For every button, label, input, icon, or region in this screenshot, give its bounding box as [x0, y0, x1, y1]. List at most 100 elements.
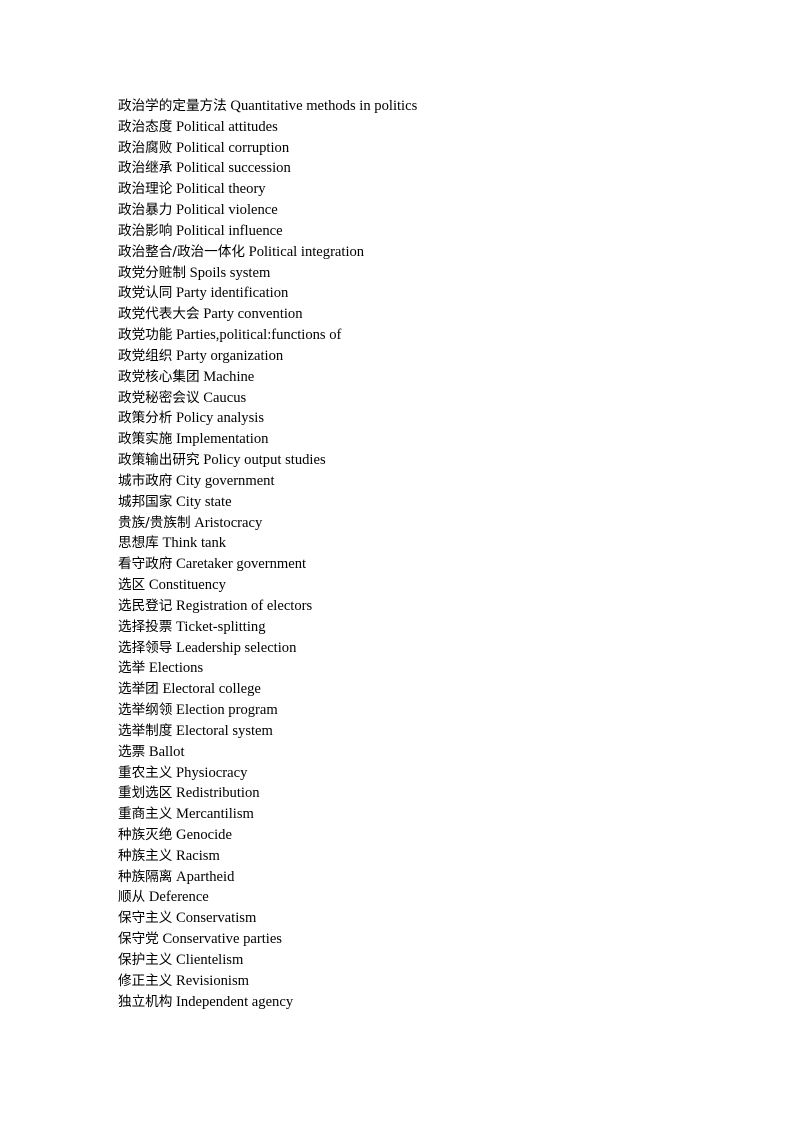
term-english: Mercantilism [176, 806, 254, 823]
glossary-entry: 政策实施 Implementation [118, 429, 678, 450]
glossary-entry: 城邦国家 City state [118, 492, 678, 513]
glossary-entry: 政治整合/政治一体化 Political integration [118, 242, 678, 263]
term-english: Political succession [176, 160, 291, 177]
term-chinese: 看守政府 [118, 556, 173, 573]
term-english: Parties,political:functions of [176, 327, 342, 344]
term-english: Election program [176, 702, 278, 719]
glossary-entry: 种族主义 Racism [118, 846, 678, 867]
glossary-entry: 政党分赃制 Spoils system [118, 263, 678, 284]
term-english: Caucus [203, 389, 247, 406]
term-chinese: 政党代表大会 [118, 306, 200, 323]
glossary-entry: 政策分析 Policy analysis [118, 408, 678, 429]
term-english: Party convention [203, 306, 303, 323]
glossary-entry: 选区 Constituency [118, 575, 678, 596]
glossary-entry: 选择领导 Leadership selection [118, 638, 678, 659]
glossary-entry: 选择投票 Ticket-splitting [118, 617, 678, 638]
glossary-entry: 政党功能 Parties,political:functions of [118, 325, 678, 346]
term-english: Racism [176, 847, 220, 864]
term-chinese: 政党分赃制 [118, 264, 186, 281]
term-english: Deference [148, 889, 209, 906]
term-english: Ballot [148, 743, 185, 760]
term-english: City state [176, 493, 232, 510]
glossary-entry: 种族灭绝 Genocide [118, 825, 678, 846]
term-chinese: 政治态度 [118, 118, 173, 135]
term-english: City government [176, 472, 275, 489]
term-chinese: 选举制度 [118, 722, 173, 739]
term-english: Caretaker government [176, 556, 307, 573]
term-chinese: 政治继承 [118, 160, 173, 177]
term-chinese: 重农主义 [118, 764, 173, 781]
glossary-entry: 顺从 Deference [118, 887, 678, 908]
term-chinese: 思想库 [118, 535, 159, 552]
glossary-entry: 政策输出研究 Policy output studies [118, 450, 678, 471]
term-chinese: 城市政府 [118, 472, 173, 489]
term-chinese: 独立机构 [118, 993, 173, 1010]
term-chinese: 选择投票 [118, 618, 173, 635]
term-english: Leadership selection [176, 639, 297, 656]
glossary-entry: 政党认同 Party identification [118, 283, 678, 304]
term-english: Apartheid [176, 868, 235, 885]
term-english: Aristocracy [194, 514, 263, 531]
term-english: Political influence [176, 222, 283, 239]
term-chinese: 种族主义 [118, 847, 173, 864]
glossary-entry: 政治继承 Political succession [118, 158, 678, 179]
term-chinese: 种族灭绝 [118, 826, 173, 843]
term-chinese: 选举纲领 [118, 702, 173, 719]
glossary-entry: 选举纲领 Election program [118, 700, 678, 721]
glossary-entry-list: 政治学的定量方法 Quantitative methods in politic… [118, 96, 678, 1012]
term-chinese: 选择领导 [118, 639, 173, 656]
glossary-entry: 政党组织 Party organization [118, 346, 678, 367]
glossary-entry: 政治影响 Political influence [118, 221, 678, 242]
term-chinese: 政治理论 [118, 181, 173, 198]
term-english: Elections [148, 660, 204, 677]
term-chinese: 政策分析 [118, 410, 173, 427]
term-chinese: 保护主义 [118, 951, 173, 968]
term-chinese: 政策输出研究 [118, 452, 200, 469]
glossary-entry: 政治理论 Political theory [118, 179, 678, 200]
term-chinese: 重划选区 [118, 785, 173, 802]
term-english: Revisionism [176, 972, 250, 989]
glossary-entry: 保护主义 Clientelism [118, 950, 678, 971]
term-english: Electoral college [162, 681, 261, 698]
term-chinese: 选区 [118, 577, 146, 594]
term-english: Redistribution [176, 785, 260, 802]
term-chinese: 保守党 [118, 931, 159, 948]
glossary-entry: 城市政府 City government [118, 471, 678, 492]
term-english: Political attitudes [176, 118, 278, 135]
term-chinese: 贵族/贵族制 [118, 514, 191, 531]
term-english: Independent agency [176, 993, 294, 1010]
term-chinese: 政治暴力 [118, 202, 173, 219]
term-chinese: 选票 [118, 743, 146, 760]
term-chinese: 政策实施 [118, 431, 173, 448]
glossary-entry: 种族隔离 Apartheid [118, 867, 678, 888]
term-chinese: 政党核心集团 [118, 368, 200, 385]
term-english: Electoral system [176, 722, 273, 739]
term-english: Implementation [176, 431, 269, 448]
glossary-entry: 贵族/贵族制 Aristocracy [118, 513, 678, 534]
glossary-entry: 重商主义 Mercantilism [118, 804, 678, 825]
glossary-entry: 重农主义 Physiocracy [118, 763, 678, 784]
term-english: Political violence [176, 202, 278, 219]
term-english: Physiocracy [176, 764, 248, 781]
term-english: Party organization [176, 347, 284, 364]
glossary-entry: 政党秘密会议 Caucus [118, 388, 678, 409]
glossary-entry: 保守主义 Conservatism [118, 908, 678, 929]
glossary-entry: 政治暴力 Political violence [118, 200, 678, 221]
term-chinese: 政治学的定量方法 [118, 98, 227, 114]
glossary-entry: 选举 Elections [118, 658, 678, 679]
term-chinese: 重商主义 [118, 806, 173, 823]
term-chinese: 政党组织 [118, 347, 173, 364]
term-english: Political corruption [176, 139, 290, 156]
glossary-entry: 选票 Ballot [118, 742, 678, 763]
glossary-entry: 修正主义 Revisionism [118, 971, 678, 992]
term-english: Conservative parties [162, 931, 282, 948]
glossary-entry: 政治学的定量方法 Quantitative methods in politic… [118, 96, 678, 117]
term-chinese: 政治影响 [118, 222, 173, 239]
term-english: Conservatism [176, 910, 257, 927]
term-chinese: 政党认同 [118, 285, 173, 302]
term-english: Ticket-splitting [176, 618, 266, 635]
term-english: Party identification [176, 285, 289, 302]
term-chinese: 城邦国家 [118, 493, 173, 510]
term-english: Quantitative methods in politics [230, 98, 418, 114]
term-english: Registration of electors [176, 597, 313, 614]
